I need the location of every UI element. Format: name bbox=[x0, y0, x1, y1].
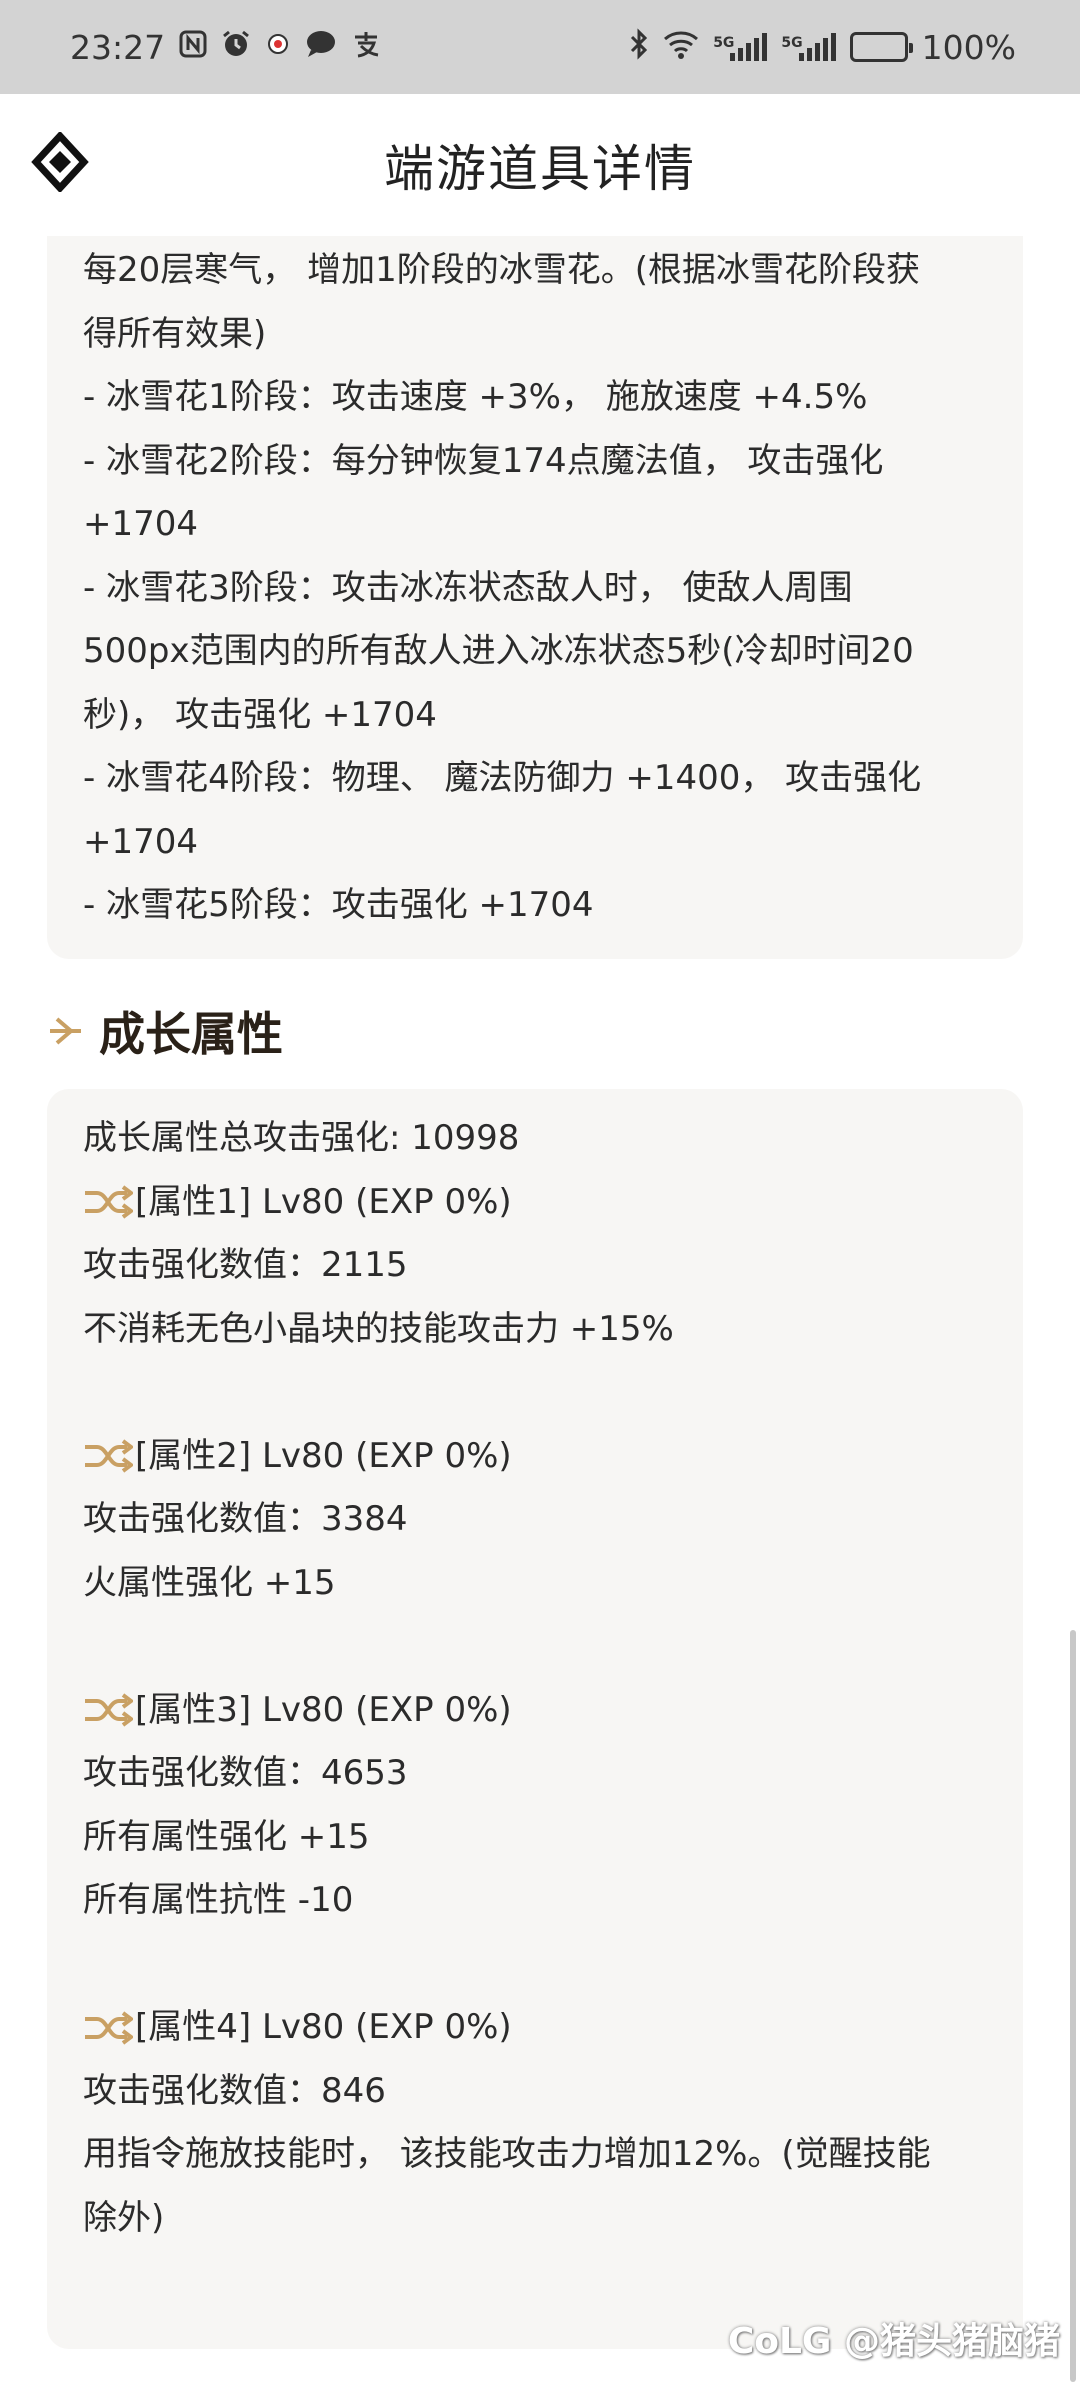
description-line: - 冰雪花3阶段：攻击冰冻状态敌人时， 使敌人周围 bbox=[83, 567, 853, 608]
attribute-header: [属性3] Lv80 (EXP 0%) bbox=[83, 1679, 987, 1743]
scrollbar[interactable] bbox=[1070, 1630, 1076, 2382]
app-header: 端游道具详情 bbox=[0, 94, 1080, 236]
battery-icon bbox=[849, 32, 913, 62]
watermark: CoLG @猪头猪脑猪 bbox=[728, 2312, 1060, 2364]
wifi-icon bbox=[663, 29, 699, 65]
description-line: 秒)， 攻击强化 +1704 bbox=[83, 694, 437, 735]
description-line: - 冰雪花1阶段：攻击速度 +3%， 施放速度 +4.5% bbox=[83, 377, 868, 417]
content-scroll-area[interactable]: 每20层寒气， 增加1阶段的冰雪花。(根据冰雪花阶段获 得所有效果) - 冰雪花1阶… bbox=[0, 236, 1080, 2382]
signal-1: 5G bbox=[713, 33, 768, 61]
chat-icon bbox=[305, 29, 337, 65]
attribute-line: 攻击强化数值：2115 bbox=[83, 1245, 408, 1285]
signal-2: 5G bbox=[781, 33, 836, 61]
shuffle-icon bbox=[85, 1185, 133, 1219]
attribute-line: 所有属性强化 +15 bbox=[83, 1816, 370, 1857]
section-title: 成长属性 bbox=[99, 1007, 283, 1061]
battery-percentage: 100% bbox=[921, 27, 1016, 67]
growth-card: 成长属性总攻击强化: 10998 [属性1] Lv80 (EXP 0%) 攻击强化… bbox=[47, 1089, 1023, 2349]
alipay-icon bbox=[351, 29, 381, 65]
bluetooth-icon bbox=[629, 28, 649, 66]
attribute-list: [属性1] Lv80 (EXP 0%) 攻击强化数值：2115 不消耗无色小晶块的技… bbox=[83, 1171, 987, 2251]
page-title: 端游道具详情 bbox=[384, 140, 696, 198]
description-line: 每20层寒气， 增加1阶段的冰雪花。(根据冰雪花阶段获 bbox=[83, 250, 920, 290]
description-line: - 冰雪花5阶段：攻击强化 +1704 bbox=[83, 885, 594, 925]
growth-section-header: 成长属性 bbox=[47, 996, 283, 1066]
app-logo-icon[interactable] bbox=[30, 132, 90, 192]
description-line: +1704 bbox=[83, 821, 199, 862]
watermark-text: CoLG @猪头猪脑猪 bbox=[727, 2321, 1060, 2362]
attribute-header: [属性4] Lv80 (EXP 0%) bbox=[83, 1996, 987, 2060]
attribute-header: [属性2] Lv80 (EXP 0%) bbox=[83, 1425, 987, 1489]
attribute-line: 不消耗无色小晶块的技能攻击力 +15% bbox=[83, 1308, 674, 1349]
description-line: 得所有效果) bbox=[83, 313, 267, 354]
nfc-icon bbox=[179, 30, 207, 64]
status-left: 23:27 bbox=[70, 28, 381, 67]
clock: 23:27 bbox=[70, 27, 166, 67]
shuffle-icon bbox=[85, 1693, 133, 1727]
signal-bars-1-icon bbox=[730, 33, 768, 61]
signal-bars-2-icon bbox=[798, 33, 836, 61]
attribute-line: 火属性强化 +15 bbox=[83, 1562, 336, 1603]
attribute-line: 攻击强化数值：3384 bbox=[83, 1499, 408, 1539]
status-right: 5G 5G 100% bbox=[629, 28, 1016, 67]
growth-lines: 成长属性总攻击强化: 10998 [属性1] Lv80 (EXP 0%) 攻击强化… bbox=[83, 1089, 987, 2250]
net-type-1: 5G bbox=[713, 35, 735, 51]
arrow-right-icon bbox=[50, 1017, 81, 1045]
description-line: 500px范围内的所有敌人进入冰冻状态5秒(冷却时间20 bbox=[83, 631, 914, 671]
shuffle-icon bbox=[85, 2011, 133, 2045]
attribute-line: 攻击强化数值：846 bbox=[83, 2070, 386, 2111]
attribute-title: [属性4] Lv80 (EXP 0%) bbox=[135, 2007, 512, 2047]
description-line: - 冰雪花2阶段：每分钟恢复174点魔法值， 攻击强化 bbox=[83, 440, 884, 481]
attribute-header: [属性1] Lv80 (EXP 0%) bbox=[83, 1171, 987, 1235]
attribute-line: 除外) bbox=[83, 2197, 165, 2238]
attribute-line: 攻击强化数值：4653 bbox=[83, 1753, 408, 1793]
attribute-title: [属性3] Lv80 (EXP 0%) bbox=[135, 1689, 512, 1730]
alarm-icon bbox=[221, 29, 251, 65]
description-lines: 每20层寒气， 增加1阶段的冰雪花。(根据冰雪花阶段获 得所有效果) - 冰雪花1阶… bbox=[83, 236, 987, 938]
attribute-line: 用指令施放技能时， 该技能攻击力增加12%。(觉醒技能 bbox=[83, 2134, 931, 2174]
attribute-title: [属性2] Lv80 (EXP 0%) bbox=[135, 1435, 512, 1476]
attribute-title: [属性1] Lv80 (EXP 0%) bbox=[135, 1181, 512, 1222]
app-notification-icon bbox=[265, 31, 291, 63]
description-card: 每20层寒气， 增加1阶段的冰雪花。(根据冰雪花阶段获 得所有效果) - 冰雪花1阶… bbox=[47, 236, 1023, 959]
growth-total: 成长属性总攻击强化: 10998 bbox=[83, 1118, 520, 1158]
description-line: +1704 bbox=[83, 504, 199, 544]
description-line: - 冰雪花4阶段：物理、 魔法防御力 +1400， 攻击强化 bbox=[83, 758, 922, 798]
net-type-2: 5G bbox=[781, 35, 803, 51]
status-bar: 23:27 5G 5G 100% bbox=[0, 0, 1080, 94]
shuffle-icon bbox=[85, 1439, 133, 1473]
attribute-line: 所有属性抗性 -10 bbox=[83, 1880, 354, 1920]
